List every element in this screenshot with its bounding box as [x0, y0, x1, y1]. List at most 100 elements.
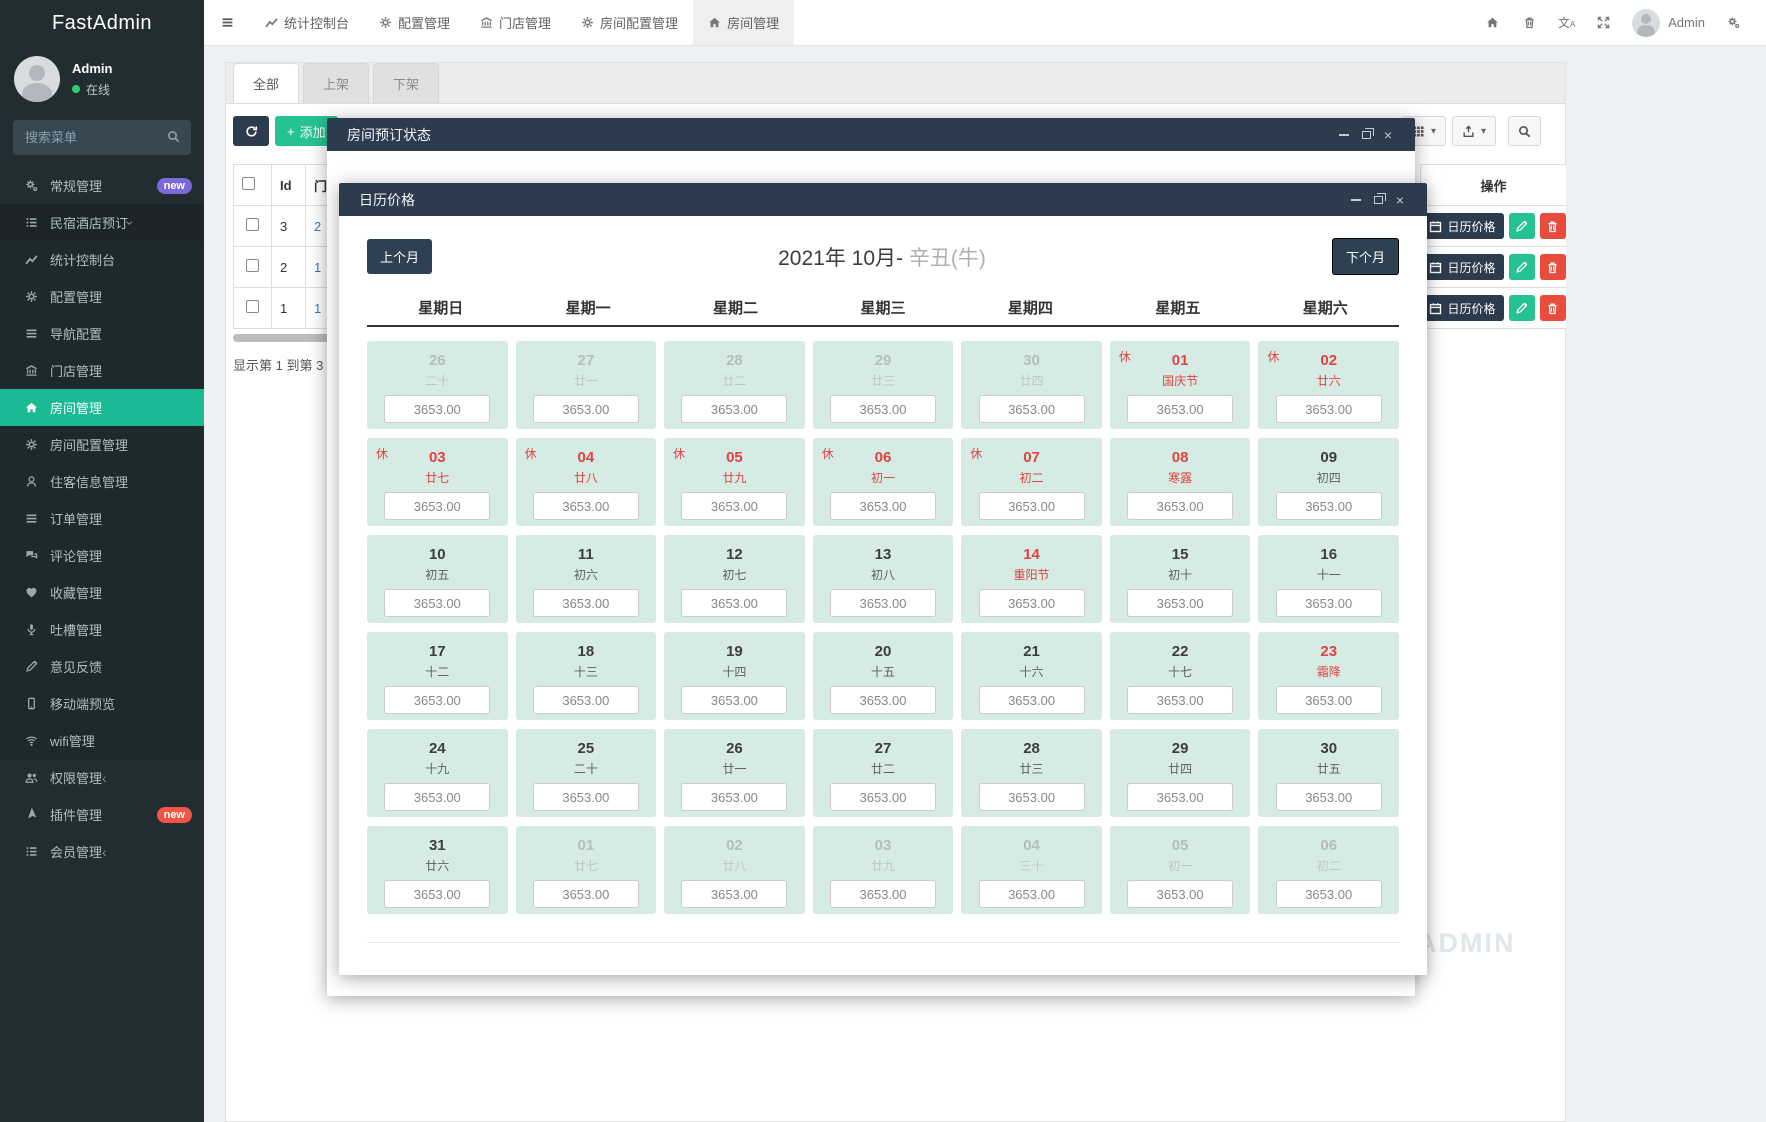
calendar-day-cell[interactable]: 28廿二: [664, 341, 805, 429]
sidebar-item-5[interactable]: 门店管理: [0, 352, 204, 389]
price-input[interactable]: [830, 783, 936, 811]
sidebar-item-15[interactable]: wifi管理: [0, 722, 204, 759]
price-input[interactable]: [1127, 783, 1233, 811]
calendar-day-cell[interactable]: 28廿三: [961, 729, 1102, 817]
trash-icon-button[interactable]: [1511, 16, 1548, 29]
delete-button[interactable]: [1540, 254, 1566, 280]
next-month-button[interactable]: 下个月: [1332, 238, 1399, 275]
calendar-day-cell[interactable]: 24十九: [367, 729, 508, 817]
hamburger-button[interactable]: [204, 0, 250, 45]
calendar-price-button[interactable]: 日历价格: [1421, 254, 1503, 280]
sidebar-item-3[interactable]: 配置管理: [0, 278, 204, 315]
price-input[interactable]: [384, 395, 490, 423]
calendar-day-cell[interactable]: 10初五: [367, 535, 508, 623]
topbar-tab-4[interactable]: 房间管理: [693, 0, 794, 45]
price-input[interactable]: [1127, 880, 1233, 908]
price-input[interactable]: [830, 395, 936, 423]
user-menu[interactable]: Admin: [1632, 9, 1705, 37]
sidebar-item-2[interactable]: 统计控制台: [0, 241, 204, 278]
calendar-day-cell[interactable]: 29廿三: [813, 341, 954, 429]
column-header-id[interactable]: Id: [272, 165, 306, 206]
price-input[interactable]: [1276, 492, 1382, 520]
price-input[interactable]: [979, 589, 1085, 617]
topbar-tab-0[interactable]: 统计控制台: [250, 0, 364, 45]
home-icon-button[interactable]: [1474, 16, 1511, 29]
price-input[interactable]: [681, 492, 787, 520]
calendar-day-cell[interactable]: 03廿九: [813, 826, 954, 914]
sidebar-item-1[interactable]: 民宿酒店预订›: [0, 204, 204, 241]
topbar-tab-1[interactable]: 配置管理: [364, 0, 465, 45]
calendar-day-cell[interactable]: 27廿一: [516, 341, 657, 429]
filter-tab-0[interactable]: 全部: [233, 63, 299, 103]
price-input[interactable]: [384, 880, 490, 908]
price-input[interactable]: [681, 395, 787, 423]
price-input[interactable]: [1276, 880, 1382, 908]
price-input[interactable]: [681, 686, 787, 714]
price-input[interactable]: [533, 395, 639, 423]
store-id-link[interactable]: 1: [314, 301, 321, 316]
calendar-day-cell[interactable]: 休04廿八: [516, 438, 657, 526]
calendar-day-cell[interactable]: 26二十: [367, 341, 508, 429]
calendar-day-cell[interactable]: 休03廿七: [367, 438, 508, 526]
calendar-day-cell[interactable]: 休01国庆节: [1110, 341, 1251, 429]
prev-month-button[interactable]: 上个月: [367, 239, 432, 274]
store-id-link[interactable]: 1: [314, 260, 321, 275]
calendar-day-cell[interactable]: 20十五: [813, 632, 954, 720]
restore-button[interactable]: [1355, 125, 1377, 145]
calendar-day-cell[interactable]: 30廿四: [961, 341, 1102, 429]
price-input[interactable]: [384, 492, 490, 520]
calendar-day-cell[interactable]: 17十二: [367, 632, 508, 720]
minimize-button[interactable]: [1345, 190, 1367, 210]
calendar-day-cell[interactable]: 31廿六: [367, 826, 508, 914]
price-input[interactable]: [1127, 589, 1233, 617]
calendar-day-cell[interactable]: 04三十: [961, 826, 1102, 914]
price-input[interactable]: [1276, 783, 1382, 811]
store-id-link[interactable]: 2: [314, 219, 321, 234]
calendar-day-cell[interactable]: 13初八: [813, 535, 954, 623]
calendar-day-cell[interactable]: 05初一: [1110, 826, 1251, 914]
delete-button[interactable]: [1540, 213, 1566, 239]
edit-button[interactable]: [1509, 295, 1535, 321]
calendar-day-cell[interactable]: 休06初一: [813, 438, 954, 526]
calendar-day-cell[interactable]: 26廿一: [664, 729, 805, 817]
select-all-checkbox[interactable]: [242, 177, 255, 190]
calendar-day-cell[interactable]: 19十四: [664, 632, 805, 720]
price-input[interactable]: [681, 589, 787, 617]
topbar-tab-2[interactable]: 门店管理: [465, 0, 566, 45]
price-input[interactable]: [384, 589, 490, 617]
calendar-day-cell[interactable]: 09初四: [1258, 438, 1399, 526]
calendar-day-cell[interactable]: 25二十: [516, 729, 657, 817]
calendar-day-cell[interactable]: 06初二: [1258, 826, 1399, 914]
calendar-day-cell[interactable]: 12初七: [664, 535, 805, 623]
filter-tab-1[interactable]: 上架: [303, 63, 369, 103]
calendar-day-cell[interactable]: 18十三: [516, 632, 657, 720]
sidebar-item-13[interactable]: 意见反馈: [0, 648, 204, 685]
price-input[interactable]: [533, 686, 639, 714]
price-input[interactable]: [1276, 686, 1382, 714]
topbar-tab-3[interactable]: 房间配置管理: [566, 0, 693, 45]
calendar-day-cell[interactable]: 29廿四: [1110, 729, 1251, 817]
close-button[interactable]: ×: [1389, 190, 1411, 210]
calendar-price-button[interactable]: 日历价格: [1421, 295, 1503, 321]
calendar-day-cell[interactable]: 休07初二: [961, 438, 1102, 526]
price-input[interactable]: [979, 395, 1085, 423]
price-input[interactable]: [533, 492, 639, 520]
price-input[interactable]: [1276, 589, 1382, 617]
calendar-day-cell[interactable]: 14重阳节: [961, 535, 1102, 623]
translate-icon-button[interactable]: 文A: [1548, 14, 1585, 31]
table-search-button[interactable]: [1508, 116, 1541, 146]
price-input[interactable]: [979, 783, 1085, 811]
edit-button[interactable]: [1509, 254, 1535, 280]
price-input[interactable]: [384, 686, 490, 714]
calendar-price-modal-header[interactable]: 日历价格 ×: [339, 183, 1427, 216]
sidebar-item-7[interactable]: 房间配置管理: [0, 426, 204, 463]
calendar-day-cell[interactable]: 22十七: [1110, 632, 1251, 720]
price-input[interactable]: [830, 589, 936, 617]
refresh-button[interactable]: [233, 116, 269, 146]
price-input[interactable]: [979, 492, 1085, 520]
calendar-day-cell[interactable]: 02廿八: [664, 826, 805, 914]
price-input[interactable]: [1127, 492, 1233, 520]
price-input[interactable]: [1127, 686, 1233, 714]
menu-search-input[interactable]: [13, 120, 191, 155]
price-input[interactable]: [979, 880, 1085, 908]
